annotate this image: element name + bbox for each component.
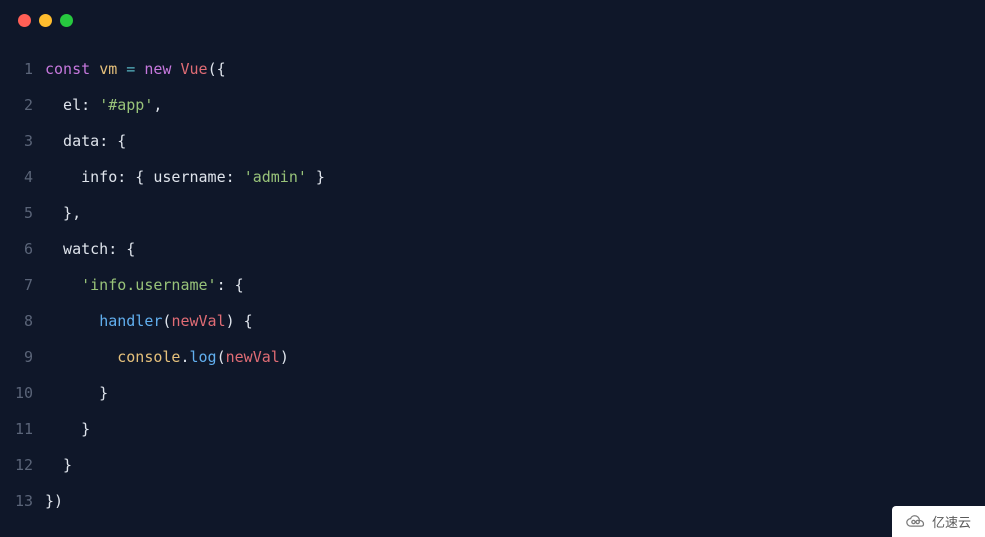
line-content: info: { username: 'admin' } (45, 159, 325, 195)
code-token: new (144, 60, 171, 78)
code-line[interactable]: 13}) (0, 483, 985, 519)
code-line[interactable]: 1const vm = new Vue({ (0, 51, 985, 87)
code-line[interactable]: 2 el: '#app', (0, 87, 985, 123)
code-token: newVal (171, 312, 225, 330)
code-token: ) { (226, 312, 253, 330)
line-content: handler(newVal) { (45, 303, 253, 339)
close-icon[interactable] (18, 14, 31, 27)
line-content: }) (45, 483, 63, 519)
line-content: el: '#app', (45, 87, 162, 123)
line-number: 7 (0, 267, 45, 303)
code-token: } (45, 384, 108, 402)
line-content: } (45, 411, 90, 447)
code-token: ( (217, 348, 226, 366)
line-content: console.log(newVal) (45, 339, 289, 375)
code-line[interactable]: 11 } (0, 411, 985, 447)
line-number: 6 (0, 231, 45, 267)
code-line[interactable]: 9 console.log(newVal) (0, 339, 985, 375)
line-content: watch: { (45, 231, 135, 267)
cloud-icon (906, 515, 926, 529)
code-token: : { (117, 168, 153, 186)
code-token: console (117, 348, 180, 366)
code-line[interactable]: 4 info: { username: 'admin' } (0, 159, 985, 195)
line-content: const vm = new Vue({ (45, 51, 226, 87)
code-token: } (45, 456, 72, 474)
code-token: ({ (208, 60, 226, 78)
line-number: 8 (0, 303, 45, 339)
code-token: '#app' (99, 96, 153, 114)
code-token (45, 348, 117, 366)
line-content: } (45, 375, 108, 411)
code-token (45, 276, 81, 294)
code-token: : { (108, 240, 135, 258)
minimize-icon[interactable] (39, 14, 52, 27)
code-token: data (45, 132, 99, 150)
line-content: }, (45, 195, 81, 231)
code-token: : { (217, 276, 244, 294)
code-token: info (45, 168, 117, 186)
code-token: log (190, 348, 217, 366)
code-token: : { (99, 132, 126, 150)
code-token: watch (45, 240, 108, 258)
code-token: } (307, 168, 325, 186)
code-token: } (45, 420, 90, 438)
code-token: const (45, 60, 90, 78)
code-token: , (153, 96, 162, 114)
code-line[interactable]: 7 'info.username': { (0, 267, 985, 303)
line-number: 13 (0, 483, 45, 519)
code-token: . (180, 348, 189, 366)
code-token: = (126, 60, 135, 78)
line-number: 1 (0, 51, 45, 87)
code-token: newVal (226, 348, 280, 366)
code-token: 'info.username' (81, 276, 216, 294)
line-number: 5 (0, 195, 45, 231)
watermark: 亿速云 (892, 506, 985, 537)
line-content: 'info.username': { (45, 267, 244, 303)
code-token (117, 60, 126, 78)
line-number: 4 (0, 159, 45, 195)
line-number: 2 (0, 87, 45, 123)
code-token: }) (45, 492, 63, 510)
line-number: 3 (0, 123, 45, 159)
code-token: 'admin' (244, 168, 307, 186)
code-token: : (81, 96, 99, 114)
line-number: 10 (0, 375, 45, 411)
code-editor[interactable]: 1const vm = new Vue({2 el: '#app',3 data… (0, 41, 985, 529)
code-line[interactable]: 12 } (0, 447, 985, 483)
code-token: vm (99, 60, 117, 78)
code-token (90, 60, 99, 78)
code-token: username (153, 168, 225, 186)
code-line[interactable]: 10 } (0, 375, 985, 411)
line-number: 12 (0, 447, 45, 483)
code-line[interactable]: 8 handler(newVal) { (0, 303, 985, 339)
line-number: 11 (0, 411, 45, 447)
code-token: : (226, 168, 244, 186)
code-line[interactable]: 5 }, (0, 195, 985, 231)
watermark-text: 亿速云 (932, 512, 971, 531)
window-controls (0, 0, 985, 41)
code-token: }, (45, 204, 81, 222)
code-token (135, 60, 144, 78)
code-token: ) (280, 348, 289, 366)
maximize-icon[interactable] (60, 14, 73, 27)
code-token: Vue (180, 60, 207, 78)
code-token (45, 312, 99, 330)
code-line[interactable]: 6 watch: { (0, 231, 985, 267)
code-token: el (45, 96, 81, 114)
line-number: 9 (0, 339, 45, 375)
line-content: } (45, 447, 72, 483)
line-content: data: { (45, 123, 126, 159)
code-token: handler (99, 312, 162, 330)
code-line[interactable]: 3 data: { (0, 123, 985, 159)
